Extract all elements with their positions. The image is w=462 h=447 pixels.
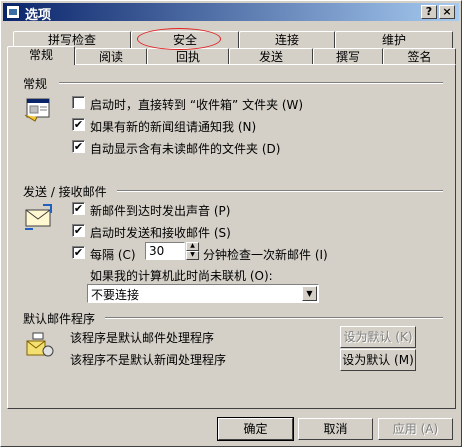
tab-send[interactable]: 发送 xyxy=(229,48,313,65)
ok-button[interactable]: 确定 xyxy=(217,417,294,441)
startup-inbox-label: 启动时，直接转到 “收件箱” 文件夹 (W) xyxy=(90,98,304,112)
check-interval-label: 每隔 (C) xyxy=(90,248,136,262)
general-header: 常规 xyxy=(23,77,48,91)
options-dialog: 选项 ? × 拼写检查 安全 连接 维护 常规 阅读 回执 发送 撰写 签名 常… xyxy=(0,0,462,447)
mail-envelope-icon xyxy=(25,204,52,230)
general-divider xyxy=(59,82,443,84)
interval-input[interactable]: 30 xyxy=(145,242,185,260)
tab-connection[interactable]: 连接 xyxy=(239,31,335,48)
show-unread-folders-checkbox[interactable]: ✔ xyxy=(72,140,85,153)
send-receive-divider xyxy=(117,190,443,192)
set-default-mail-button[interactable]: 设为默认 (K) xyxy=(340,326,416,348)
set-default-news-button[interactable]: 设为默认 (M) xyxy=(340,349,416,371)
help-button[interactable]: ? xyxy=(421,5,437,19)
notify-newsgroups-label: 如果有新的新闻组请通知我 (N) xyxy=(90,120,257,134)
offline-label: 如果我的计算机此时尚未联机 (O): xyxy=(90,269,273,283)
apply-button[interactable]: 应用 (A) xyxy=(378,418,453,440)
send-receive-startup-checkbox[interactable]: ✔ xyxy=(72,224,85,237)
cancel-button[interactable]: 取消 xyxy=(298,418,373,440)
app-icon xyxy=(6,5,20,19)
check-interval-checkbox[interactable]: ✔ xyxy=(72,246,85,259)
default-programs-divider xyxy=(105,317,443,319)
chevron-down-icon[interactable]: ▼ xyxy=(302,286,317,301)
new-mail-sound-checkbox[interactable]: ✔ xyxy=(72,202,85,215)
notify-newsgroups-checkbox[interactable]: ✔ xyxy=(72,118,85,131)
offline-select-value: 不要连接 xyxy=(91,288,140,302)
default-programs-header: 默认邮件程序 xyxy=(23,312,96,326)
window-title: 选项 xyxy=(25,8,52,23)
default-news-text: 该程序不是默认新闻处理程序 xyxy=(70,353,227,367)
offline-select[interactable]: 不要连接 ▼ xyxy=(87,284,319,303)
tab-receipts[interactable]: 回执 xyxy=(147,48,229,65)
spin-down-button[interactable]: ▼ xyxy=(186,251,199,260)
tab-signatures[interactable]: 签名 xyxy=(383,48,456,65)
close-button[interactable]: × xyxy=(439,5,455,19)
default-mail-text: 该程序是默认邮件处理程序 xyxy=(70,331,215,345)
title-bar: 选项 ? × xyxy=(3,3,459,23)
tab-compose[interactable]: 撰写 xyxy=(313,48,383,65)
general-settings-icon xyxy=(24,98,50,122)
spin-up-button[interactable]: ▲ xyxy=(186,242,199,251)
tab-maintenance[interactable]: 维护 xyxy=(335,31,453,48)
new-mail-sound-label: 新邮件到达时发出声音 (P) xyxy=(90,204,231,218)
tab-read[interactable]: 阅读 xyxy=(75,48,147,65)
send-receive-header: 发送 / 接收邮件 xyxy=(23,185,107,199)
interval-suffix: 分钟检查一次新邮件 (I) xyxy=(203,248,328,262)
tab-general[interactable]: 常规 xyxy=(7,46,75,65)
mail-program-icon xyxy=(26,332,54,357)
highlight-oval xyxy=(137,28,221,50)
show-unread-folders-label: 自动显示含有未读邮件的文件夹 (D) xyxy=(90,142,281,156)
startup-inbox-checkbox[interactable] xyxy=(72,96,85,109)
send-receive-startup-label: 启动时发送和接收邮件 (S) xyxy=(90,226,231,240)
